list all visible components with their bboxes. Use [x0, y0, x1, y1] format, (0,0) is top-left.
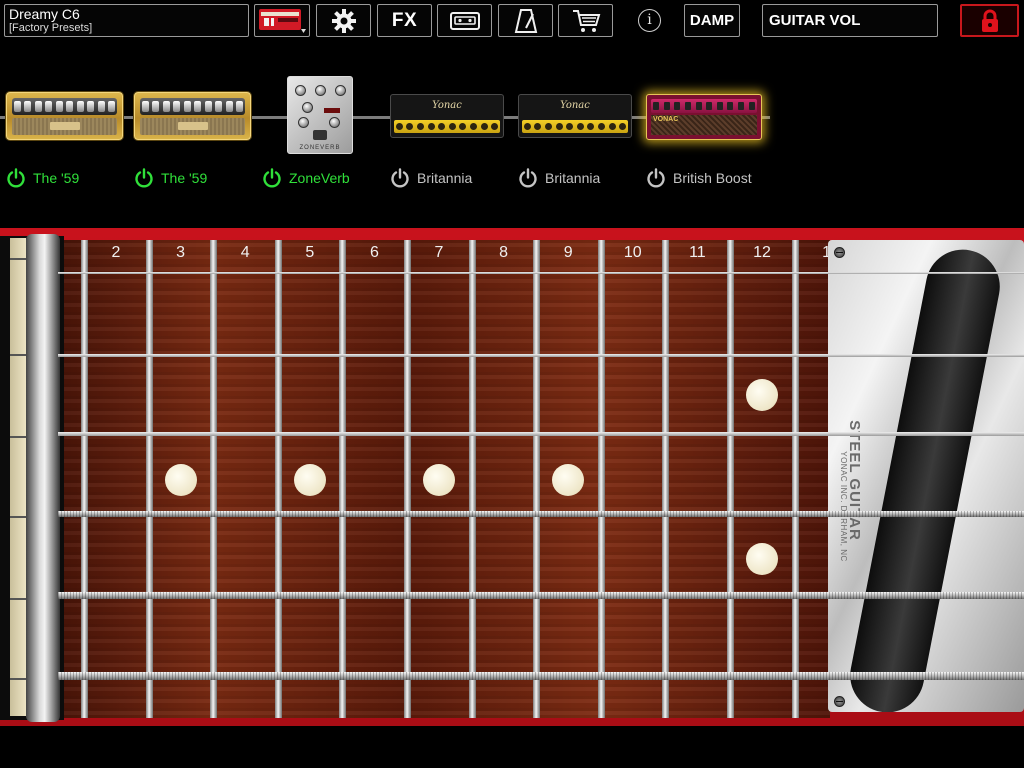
fret-wire [81, 240, 88, 718]
fret-wire [468, 240, 476, 718]
fret-number: 10 [623, 244, 642, 261]
effect-unit-59-amp-1[interactable] [6, 92, 123, 140]
guitar-string-5[interactable] [58, 591, 1024, 599]
effect-unit-zoneverb[interactable]: ZONEVERB [287, 76, 353, 154]
fret-inlay-dot [746, 379, 778, 411]
fret-number: 7 [434, 244, 444, 261]
fret-wire [339, 240, 347, 718]
fret-number: 9 [563, 244, 573, 261]
fret-wire [145, 240, 153, 718]
power-icon [135, 168, 153, 188]
fret-number: 3 [176, 244, 186, 261]
fret-wire [210, 240, 218, 718]
gear-icon [331, 8, 356, 33]
fret-inlay-dot [293, 464, 326, 496]
guitar-string-2[interactable] [58, 353, 1024, 357]
lock-button[interactable] [960, 4, 1019, 37]
effect-unit-british-boost[interactable]: VONAC [646, 94, 762, 140]
effect-toggle-3[interactable]: ZoneVerb [262, 168, 350, 188]
power-icon [647, 168, 665, 188]
britannia-logo: Yonac [432, 100, 462, 111]
instrument-select-button[interactable] [254, 4, 310, 37]
effect-unit-59-amp-2[interactable] [134, 92, 251, 140]
cart-icon [572, 9, 600, 32]
pickup-maker: YONAC INC. DURHAM, NC [838, 451, 848, 562]
power-icon [7, 168, 25, 188]
effect-name: Britannia [417, 170, 473, 186]
pickup-brand: STEEL GUITAR [845, 420, 863, 541]
fret-number: 5 [305, 244, 315, 261]
effect-name: British Boost [673, 170, 752, 186]
metronome-button[interactable] [498, 4, 553, 37]
guitar-string-4[interactable] [58, 511, 1024, 517]
fret-wire [404, 240, 411, 718]
fret-wire [274, 240, 282, 718]
pickup-panel: STEEL GUITAR YONAC INC. DURHAM, NC [828, 240, 1024, 712]
fret-wire [597, 240, 605, 718]
fret-inlay-dot [552, 464, 585, 496]
tape-recorder-icon [449, 11, 480, 30]
fret-wire [791, 240, 799, 718]
info-icon[interactable]: i [638, 9, 661, 32]
effect-name: Britannia [545, 170, 601, 186]
screw-icon [834, 696, 845, 707]
guitar-string-3[interactable] [58, 432, 1024, 436]
fret-inlay-dot [164, 464, 197, 496]
effect-unit-britannia-1[interactable]: Yonac [390, 94, 504, 138]
fret-wire [662, 240, 670, 718]
preset-selector[interactable]: Dreamy C6 [Factory Presets] [4, 4, 249, 37]
zoneverb-brand: ZONEVERB [299, 145, 341, 151]
effect-toggle-5[interactable]: Britannia [518, 168, 600, 188]
effect-toggle-1[interactable]: The '59 [6, 168, 79, 188]
screw-icon [834, 247, 845, 258]
fret-inlay-dot [746, 543, 778, 575]
power-icon [391, 168, 409, 188]
effect-toggle-6[interactable]: British Boost [646, 168, 752, 188]
fret-number: 8 [499, 244, 509, 261]
settings-button[interactable] [316, 4, 371, 37]
fret-wire [533, 240, 541, 718]
fret-number: 4 [240, 244, 250, 261]
power-icon [263, 168, 281, 188]
fret-number: 11 [689, 244, 706, 261]
fret-inlay-dot [423, 464, 455, 496]
fret-number: 2 [111, 244, 121, 261]
power-icon [519, 168, 537, 188]
instrument-thumbnail-icon [259, 9, 306, 33]
effect-name: The '59 [33, 170, 80, 186]
damp-button[interactable]: DAMP [684, 4, 740, 37]
guitar-string-1[interactable] [58, 272, 1024, 274]
fret-wire [727, 240, 734, 718]
steel-tone-bar[interactable] [843, 243, 1007, 712]
guitar-string-6[interactable] [58, 672, 1024, 680]
effect-toggle-4[interactable]: Britannia [390, 168, 472, 188]
metronome-icon [514, 8, 537, 33]
fx-button[interactable]: FX [377, 4, 432, 37]
tone-bar-holder [26, 234, 60, 722]
guitar-volume-control[interactable]: GUITAR VOL [762, 4, 938, 37]
effect-name: The '59 [161, 170, 208, 186]
fret-number: 6 [369, 244, 379, 261]
recorder-button[interactable] [437, 4, 492, 37]
effect-name: ZoneVerb [289, 170, 350, 186]
effect-toggle-2[interactable]: The '59 [134, 168, 207, 188]
nut [10, 238, 26, 716]
fret-number: 12 [753, 244, 771, 261]
preset-bank: [Factory Presets] [9, 22, 93, 34]
lock-icon [981, 9, 998, 32]
effect-unit-britannia-2[interactable]: Yonac [518, 94, 632, 138]
store-button[interactable] [558, 4, 613, 37]
preset-name: Dreamy C6 [9, 6, 80, 22]
boost-brand: VONAC [653, 116, 679, 123]
britannia-logo: Yonac [560, 100, 590, 111]
